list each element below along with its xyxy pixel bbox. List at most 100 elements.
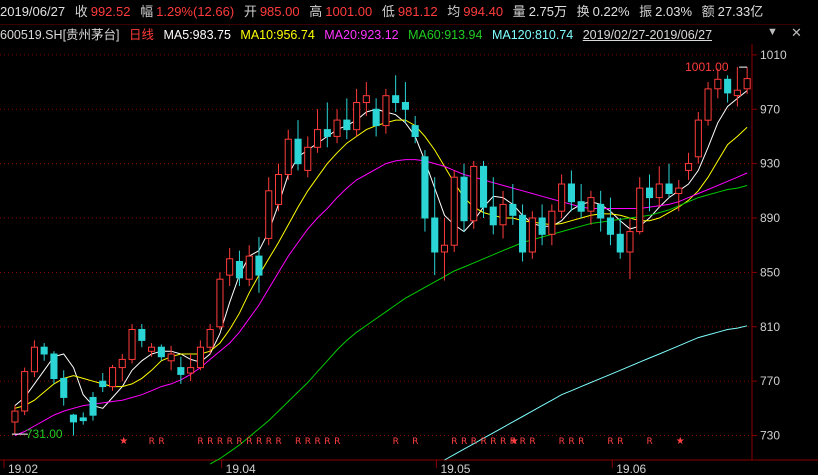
- candle-body-down: [157, 346, 165, 358]
- x-tick-label: 19.06: [616, 462, 646, 475]
- r-marker: R: [197, 437, 203, 447]
- candle: [450, 170, 458, 252]
- candle: [284, 129, 292, 180]
- candle: [148, 343, 156, 357]
- candle-body-up: [314, 129, 322, 148]
- candle-body-down: [431, 217, 439, 253]
- r-marker: R: [559, 437, 565, 447]
- candle: [372, 98, 380, 137]
- candle: [109, 364, 117, 391]
- candle-body-down: [255, 255, 263, 276]
- candle: [314, 109, 322, 153]
- r-marker: R: [305, 437, 311, 447]
- star-marker-icon: ★: [119, 436, 128, 447]
- candle-body-down: [79, 417, 87, 422]
- candle: [275, 163, 283, 212]
- candle-body-up: [21, 371, 29, 412]
- candle-body-up: [333, 119, 341, 137]
- candle-body-down: [724, 78, 732, 94]
- candle-body-down: [538, 217, 546, 235]
- candle: [636, 177, 644, 235]
- r-marker: R: [520, 437, 526, 447]
- candle: [499, 190, 507, 239]
- candle: [196, 340, 204, 371]
- r-marker: R: [529, 437, 535, 447]
- candle: [685, 152, 693, 180]
- r-marker: R: [471, 437, 477, 447]
- candle: [50, 351, 58, 384]
- candle-body-down: [519, 214, 527, 253]
- r-marker: R: [578, 437, 584, 447]
- r-marker: R: [207, 437, 213, 447]
- candle: [69, 413, 78, 436]
- high-label: 1001.00: [685, 60, 729, 74]
- candle-body-down: [480, 165, 488, 208]
- candle: [548, 204, 556, 246]
- candle: [558, 174, 566, 219]
- candle-body-down: [460, 176, 468, 222]
- candle-body-up: [499, 203, 507, 226]
- candle-body-up: [636, 187, 644, 233]
- candle-body-up: [284, 138, 292, 175]
- candle-body-up: [206, 329, 214, 348]
- candle: [323, 102, 331, 148]
- r-marker: R: [500, 437, 506, 447]
- candle: [401, 82, 409, 123]
- candlestick-chart[interactable]: 730 770 810 850 890 930 970 1010 19.02 19.04 19.05…: [0, 0, 818, 475]
- candle-body-up: [587, 197, 595, 212]
- r-marker: R: [617, 437, 623, 447]
- candle-body-down: [235, 261, 243, 279]
- candle-body-up: [11, 410, 19, 423]
- candle-body-down: [606, 217, 615, 235]
- y-tick-label: 730: [760, 429, 780, 443]
- candle-body-down: [323, 129, 331, 137]
- candle-body-up: [685, 163, 693, 171]
- candle-body-down: [60, 377, 68, 398]
- candle: [99, 372, 107, 393]
- candle: [724, 75, 732, 103]
- candle-body-down: [138, 329, 146, 341]
- r-marker: R: [607, 437, 613, 447]
- candle-body-down: [99, 380, 107, 388]
- candle: [255, 237, 263, 293]
- r-marker: R: [490, 437, 496, 447]
- candle-body-down: [69, 414, 78, 423]
- r-marker: R: [246, 437, 252, 447]
- candle-body-down: [577, 201, 585, 212]
- ma-line-ma60: [209, 185, 748, 465]
- candle-body-up: [187, 367, 195, 374]
- candle-body-up: [362, 95, 370, 103]
- candle-body-up: [714, 78, 722, 90]
- candle-body-up: [118, 358, 126, 369]
- candle: [333, 109, 341, 144]
- r-marker: R: [451, 437, 457, 447]
- candle-body-down: [509, 203, 517, 216]
- candle: [265, 177, 273, 246]
- candle-body-down: [616, 233, 624, 253]
- candle: [704, 82, 712, 126]
- candle-body-up: [694, 119, 702, 158]
- r-marker: R: [412, 437, 418, 447]
- candle-body-up: [743, 78, 751, 90]
- candle-body-up: [470, 165, 478, 222]
- y-tick-label: 770: [760, 374, 780, 388]
- r-marker: R: [149, 437, 155, 447]
- candle: [226, 247, 234, 286]
- r-marker: R: [295, 437, 301, 447]
- candle: [89, 392, 97, 421]
- r-marker: R: [256, 437, 262, 447]
- candle: [79, 412, 87, 425]
- candle-body-down: [567, 183, 576, 203]
- r-marker: R: [334, 437, 340, 447]
- r-marker: R: [217, 437, 223, 447]
- candle: [421, 150, 429, 232]
- candle-body-down: [421, 156, 429, 219]
- candle-body-up: [528, 217, 536, 253]
- candle-body-up: [128, 329, 136, 360]
- candle-body-up: [450, 176, 458, 246]
- candle: [655, 166, 663, 208]
- candle: [343, 98, 351, 140]
- candle-body-up: [733, 89, 741, 97]
- candle: [440, 218, 448, 281]
- candle-body-down: [411, 125, 419, 137]
